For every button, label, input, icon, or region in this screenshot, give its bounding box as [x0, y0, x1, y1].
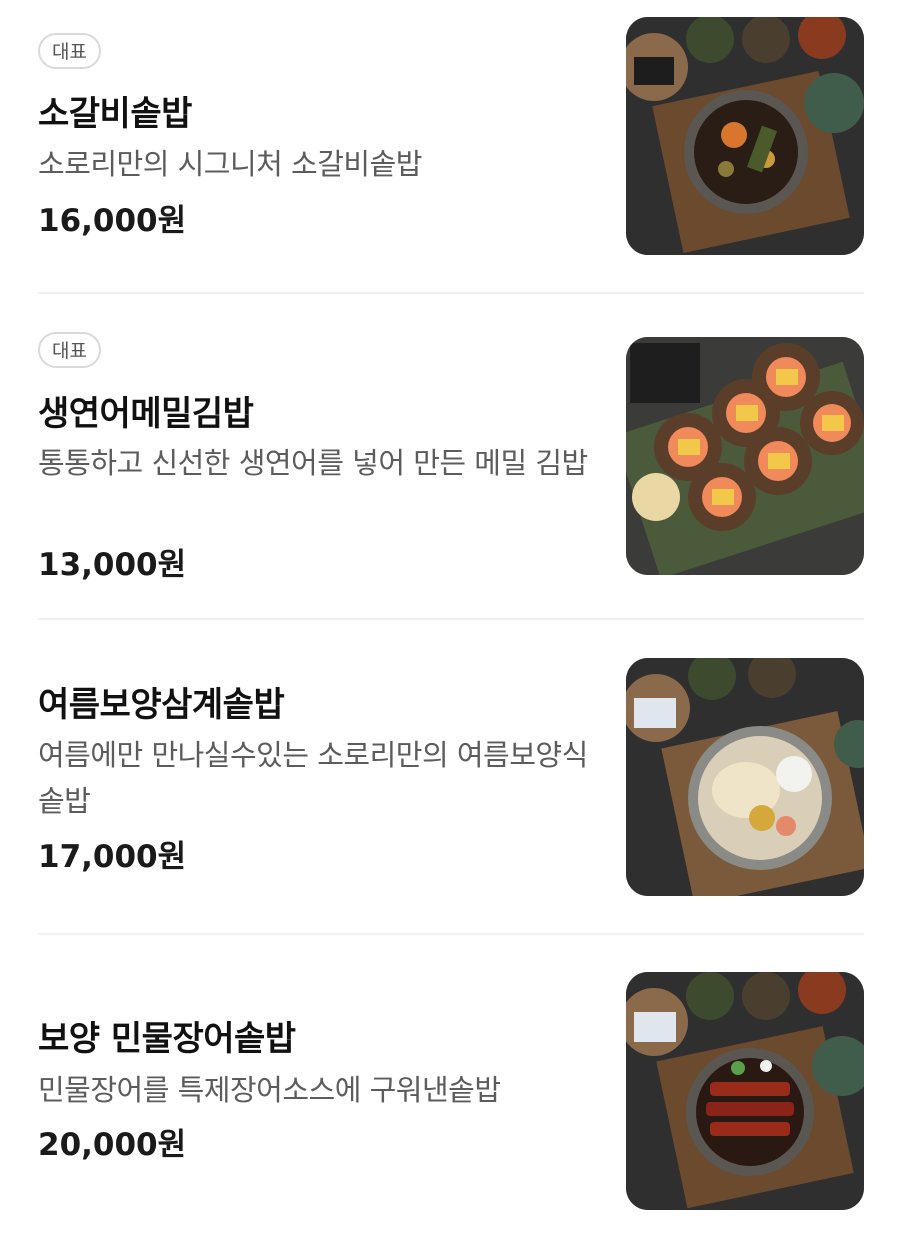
menu-item-description: 소로리만의 시그니처 소갈비솥밥: [38, 147, 422, 181]
samgye-pot-rice-photo[interactable]: [626, 658, 864, 896]
menu-item-price: 16,000원: [38, 203, 187, 239]
item-divider: [38, 292, 864, 294]
menu-item-eel-pot-rice[interactable]: 보양 민물장어솥밥 민물장어를 특제장어소스에 구워낸솥밥 20,000원: [38, 936, 864, 1237]
menu-item-name: 보양 민물장어솥밥: [38, 1019, 296, 1059]
salmon-buckwheat-gimbap-photo[interactable]: [626, 337, 864, 575]
menu-item-beef-rib-pot-rice[interactable]: 대표 소갈비솥밥 소로리만의 시그니처 소갈비솥밥 16,000원: [38, 0, 864, 290]
menu-item-name: 소갈비솥밥: [38, 94, 192, 134]
item-divider: [38, 933, 864, 935]
menu-item-price: 20,000원: [38, 1127, 187, 1163]
menu-item-name: 생연어메밀김밥: [38, 394, 254, 434]
menu-item-price: 17,000원: [38, 839, 187, 875]
signature-badge: 대표: [38, 332, 101, 368]
beef-rib-pot-rice-photo[interactable]: [626, 17, 864, 255]
menu-item-description: 민물장어를 특제장어소스에 구워낸솥밥: [38, 1073, 501, 1107]
menu-item-name: 여름보양삼계솥밥: [38, 685, 285, 725]
item-divider: [38, 618, 864, 620]
menu-item-samgye-pot-rice[interactable]: 여름보양삼계솥밥 여름에만 만나실수있는 소로리만의 여름보양식 솥밥 17,0…: [38, 621, 864, 931]
eel-pot-rice-photo[interactable]: [626, 972, 864, 1210]
signature-badge: 대표: [38, 33, 101, 69]
menu-item-description: 여름에만 만나실수있는 소로리만의 여름보양식 솥밥: [38, 738, 588, 818]
menu-item-price: 13,000원: [38, 547, 187, 583]
menu-item-description: 통통하고 신선한 생연어를 넣어 만든 메밀 김밥: [38, 446, 588, 480]
menu-item-salmon-gimbap[interactable]: 대표 생연어메밀김밥 통통하고 신선한 생연어를 넣어 만든 메밀 김밥 13,…: [38, 295, 864, 615]
